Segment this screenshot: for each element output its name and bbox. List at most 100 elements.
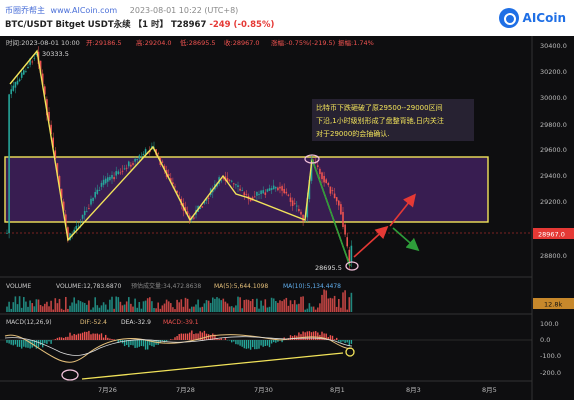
volume-bar: [220, 300, 222, 312]
volume-bar: [120, 302, 122, 312]
annotation-line-1: 比特币下跌砸破了原29500--29000区间: [316, 103, 443, 112]
brand-line: 币圈乔帮主 www.AICoin.com 2023-08-01 10:22 (U…: [5, 5, 238, 16]
macd-hist-bar: [254, 340, 255, 349]
macd-hist-bar: [231, 340, 232, 342]
macd-hist-bar: [88, 331, 89, 340]
macd-hist-bar: [25, 340, 26, 348]
watermark-site[interactable]: www.AICoin.com: [51, 6, 118, 15]
candle-body: [223, 178, 225, 179]
candle-body: [178, 195, 180, 196]
macd-hist-bar: [111, 339, 112, 340]
candle-body: [254, 197, 256, 198]
consolidation-zone: [5, 157, 488, 222]
volume-bar: [181, 299, 183, 312]
volume-bar: [59, 299, 61, 312]
volume-bar: [199, 307, 201, 312]
candle-body: [244, 192, 246, 195]
candle-body: [283, 189, 285, 193]
rebound-arrow-1: [354, 228, 386, 257]
candle-body: [317, 165, 319, 167]
volume-bar: [67, 309, 69, 312]
candle-body: [351, 246, 353, 263]
candle-body: [290, 198, 292, 202]
volume-bar: [252, 299, 254, 312]
macd-hist-bar: [113, 339, 114, 340]
volume-bar: [273, 298, 275, 312]
volume-bar: [44, 304, 46, 312]
candle-body: [82, 215, 84, 219]
macd-hist-bar: [187, 334, 188, 340]
macd-hist-bar: [221, 338, 222, 340]
ohlc-high: 高:29204.0: [136, 38, 172, 47]
macd-hist-bar: [38, 340, 39, 347]
volume-bar: [94, 297, 96, 312]
macd-hist-bar: [185, 333, 186, 340]
time-tick: 7月26: [98, 386, 117, 394]
candle-body: [265, 192, 267, 194]
candle-body: [27, 67, 29, 68]
macd-hist-bar: [269, 340, 270, 347]
volume-bar: [277, 303, 279, 312]
candle-body: [298, 209, 300, 211]
candle-body: [10, 89, 12, 94]
price-tick: 29600.0: [540, 146, 567, 154]
macd-dea: DEA:-32.9: [121, 319, 151, 326]
volume-bar: [237, 297, 239, 312]
macd-hist-bar: [109, 339, 110, 340]
time-tick: 8月5: [482, 386, 497, 394]
macd-hist-bar: [246, 340, 247, 349]
volume-bar: [304, 310, 306, 312]
macd-hist-bar: [258, 340, 259, 349]
macd-hist-bar: [204, 331, 205, 340]
candle-body: [17, 81, 19, 85]
volume-bar: [57, 303, 59, 312]
annotation-line-3: 对于29000的会抽确认.: [316, 129, 390, 138]
price-tick: 29400.0: [540, 172, 567, 180]
volume-bar: [109, 300, 111, 312]
macd-hist-bar: [128, 340, 129, 347]
macd-hist-bar: [107, 338, 108, 340]
candle-body: [267, 189, 269, 191]
volume-bar: [342, 292, 344, 312]
macd-hist-bar: [55, 339, 56, 340]
macd-hist-bar: [174, 337, 175, 340]
volume-bar: [23, 297, 25, 312]
macd-hist-bar: [267, 340, 268, 346]
time-tick: 7月28: [176, 386, 195, 394]
volume-ma10: MA(10):5,134.4478: [283, 283, 341, 290]
macd-recent-circle: [346, 348, 354, 356]
volume-bar: [189, 309, 191, 312]
volume-bar: [164, 304, 166, 312]
volume-bar: [340, 308, 342, 312]
macd-low-circle: [62, 370, 78, 380]
aicoin-logo: AICoin: [499, 8, 566, 28]
volume-bar: [204, 303, 206, 312]
candle-body: [340, 204, 342, 214]
volume-bar: [288, 306, 290, 312]
macd-hist-bar: [294, 335, 295, 340]
candle-body: [15, 82, 17, 88]
macd-hist-bar: [71, 336, 72, 340]
macd-hist-bar: [80, 334, 81, 340]
volume-bar: [296, 304, 298, 312]
candle-body: [281, 186, 283, 191]
macd-hist-bar: [105, 335, 106, 340]
volume-bar: [225, 302, 227, 312]
volume-bar: [36, 299, 38, 312]
candle-body: [344, 225, 346, 235]
volume-bar: [349, 297, 351, 312]
chart-area[interactable]: 时间:2023-08-01 10:00 开:29186.5 高:29204.0 …: [0, 36, 574, 400]
macd-hist-bar: [23, 340, 24, 347]
volume-bar: [208, 301, 210, 312]
price-tick: 29800.0: [540, 121, 567, 129]
candle-body: [273, 186, 275, 190]
candle-body: [105, 179, 107, 184]
volume-bar: [157, 303, 159, 312]
macd-hist-bar: [313, 332, 314, 340]
timestamp: 2023-08-01 10:22 (UTC+8): [130, 6, 239, 15]
volume-bar: [271, 298, 273, 312]
candle-body: [134, 159, 136, 162]
macd-hist-bar: [242, 340, 243, 347]
volume-bar: [216, 297, 218, 312]
volume-bar: [294, 300, 296, 312]
